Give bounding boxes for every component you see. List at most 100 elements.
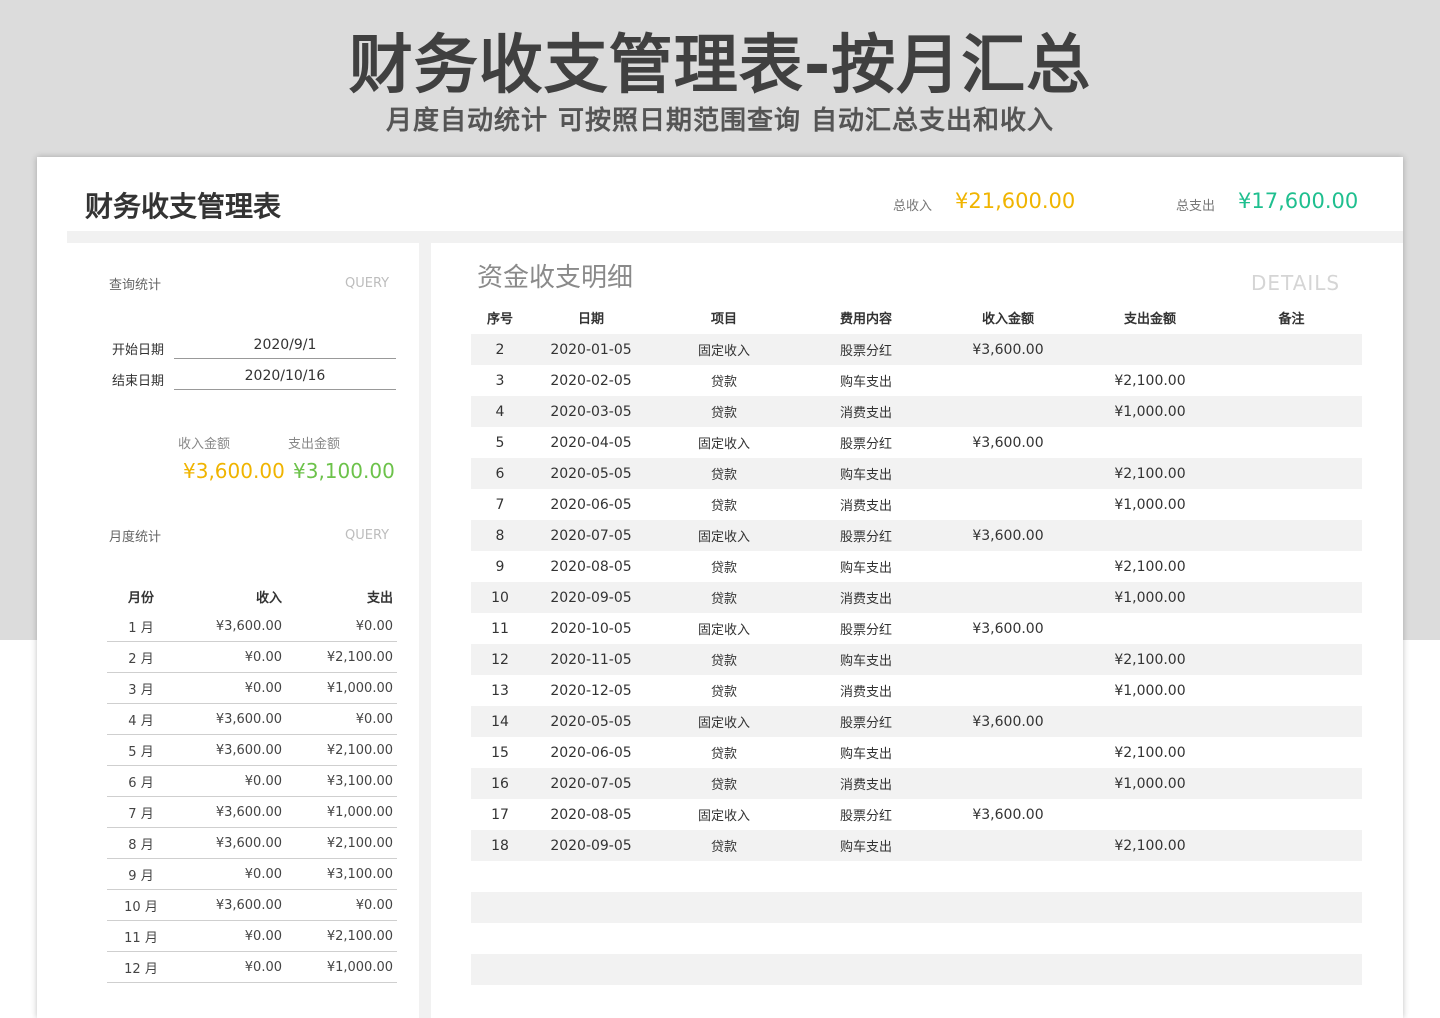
monthly-cell-expense[interactable]: ¥1,000.00: [286, 796, 397, 828]
details-cell-item[interactable]: 固定收入: [653, 427, 795, 458]
details-cell-index[interactable]: 5: [471, 427, 529, 458]
details-cell-date[interactable]: [529, 892, 653, 923]
details-cell-expense[interactable]: [1079, 334, 1221, 365]
details-cell-expense[interactable]: ¥1,000.00: [1079, 396, 1221, 427]
details-cell-index[interactable]: 12: [471, 644, 529, 675]
monthly-cell-expense[interactable]: ¥3,100.00: [286, 765, 397, 797]
details-cell-expense[interactable]: [1079, 799, 1221, 830]
details-cell-expense[interactable]: ¥2,100.00: [1079, 458, 1221, 489]
details-cell-index[interactable]: [471, 923, 529, 954]
details-cell-note[interactable]: [1221, 737, 1362, 768]
details-cell-income[interactable]: [937, 644, 1079, 675]
details-cell-note[interactable]: [1221, 458, 1362, 489]
details-cell-expense[interactable]: [1079, 954, 1221, 985]
details-cell-date[interactable]: 2020-07-05: [529, 768, 653, 799]
details-cell-item[interactable]: 固定收入: [653, 520, 795, 551]
details-cell-content[interactable]: [795, 923, 937, 954]
details-cell-index[interactable]: 17: [471, 799, 529, 830]
details-cell-income[interactable]: [937, 954, 1079, 985]
monthly-cell-month[interactable]: 12 月: [107, 951, 175, 983]
details-cell-content[interactable]: 购车支出: [795, 551, 937, 582]
details-cell-item[interactable]: 贷款: [653, 768, 795, 799]
monthly-cell-month[interactable]: 7 月: [107, 796, 175, 828]
details-cell-income[interactable]: [937, 365, 1079, 396]
details-cell-date[interactable]: 2020-10-05: [529, 613, 653, 644]
details-cell-note[interactable]: [1221, 985, 1362, 1016]
monthly-cell-expense[interactable]: ¥2,100.00: [286, 641, 397, 673]
monthly-cell-expense[interactable]: ¥0.00: [286, 611, 397, 642]
monthly-cell-expense[interactable]: ¥1,000.00: [286, 672, 397, 704]
details-cell-income[interactable]: [937, 675, 1079, 706]
details-cell-item[interactable]: 贷款: [653, 675, 795, 706]
details-cell-expense[interactable]: ¥1,000.00: [1079, 768, 1221, 799]
details-cell-date[interactable]: 2020-05-05: [529, 458, 653, 489]
details-cell-content[interactable]: [795, 985, 937, 1016]
details-cell-index[interactable]: 11: [471, 613, 529, 644]
details-cell-date[interactable]: 2020-06-05: [529, 489, 653, 520]
end-date-field[interactable]: 2020/10/16: [174, 368, 396, 390]
details-cell-content[interactable]: 购车支出: [795, 737, 937, 768]
monthly-cell-month[interactable]: 6 月: [107, 765, 175, 797]
details-cell-content[interactable]: 购车支出: [795, 458, 937, 489]
details-cell-item[interactable]: [653, 923, 795, 954]
details-cell-note[interactable]: [1221, 427, 1362, 458]
details-cell-date[interactable]: 2020-11-05: [529, 644, 653, 675]
details-cell-content[interactable]: 股票分红: [795, 520, 937, 551]
details-cell-income[interactable]: ¥3,600.00: [937, 520, 1079, 551]
details-cell-content[interactable]: 购车支出: [795, 830, 937, 861]
details-cell-note[interactable]: [1221, 830, 1362, 861]
details-cell-income[interactable]: [937, 396, 1079, 427]
details-cell-item[interactable]: 贷款: [653, 458, 795, 489]
monthly-cell-income[interactable]: ¥3,600.00: [175, 827, 286, 859]
details-cell-note[interactable]: [1221, 861, 1362, 892]
details-cell-content[interactable]: 消费支出: [795, 768, 937, 799]
details-cell-income[interactable]: [937, 861, 1079, 892]
monthly-cell-month[interactable]: 1 月: [107, 611, 175, 642]
details-cell-date[interactable]: 2020-12-05: [529, 675, 653, 706]
monthly-cell-income[interactable]: ¥3,600.00: [175, 734, 286, 766]
details-cell-expense[interactable]: [1079, 861, 1221, 892]
details-cell-note[interactable]: [1221, 489, 1362, 520]
monthly-cell-month[interactable]: 11 月: [107, 920, 175, 952]
details-cell-note[interactable]: [1221, 396, 1362, 427]
details-cell-expense[interactable]: ¥2,100.00: [1079, 551, 1221, 582]
details-cell-date[interactable]: [529, 954, 653, 985]
details-cell-item[interactable]: [653, 892, 795, 923]
details-cell-item[interactable]: 贷款: [653, 644, 795, 675]
details-cell-income[interactable]: [937, 582, 1079, 613]
details-cell-expense[interactable]: [1079, 985, 1221, 1016]
details-cell-note[interactable]: [1221, 520, 1362, 551]
details-cell-index[interactable]: 16: [471, 768, 529, 799]
details-cell-date[interactable]: 2020-09-05: [529, 582, 653, 613]
details-cell-index[interactable]: 14: [471, 706, 529, 737]
details-cell-content[interactable]: 股票分红: [795, 427, 937, 458]
details-cell-index[interactable]: 2: [471, 334, 529, 365]
details-cell-expense[interactable]: ¥1,000.00: [1079, 675, 1221, 706]
monthly-cell-month[interactable]: 10 月: [107, 889, 175, 921]
details-cell-date[interactable]: 2020-06-05: [529, 737, 653, 768]
details-cell-content[interactable]: 股票分红: [795, 799, 937, 830]
details-cell-item[interactable]: [653, 985, 795, 1016]
details-cell-content[interactable]: [795, 892, 937, 923]
monthly-cell-expense[interactable]: ¥2,100.00: [286, 827, 397, 859]
details-cell-expense[interactable]: ¥2,100.00: [1079, 644, 1221, 675]
details-cell-content[interactable]: 购车支出: [795, 365, 937, 396]
details-cell-note[interactable]: [1221, 365, 1362, 396]
details-cell-income[interactable]: [937, 892, 1079, 923]
details-cell-note[interactable]: [1221, 551, 1362, 582]
details-cell-index[interactable]: 13: [471, 675, 529, 706]
monthly-cell-month[interactable]: 2 月: [107, 641, 175, 673]
monthly-cell-income[interactable]: ¥3,600.00: [175, 889, 286, 921]
details-cell-index[interactable]: 3: [471, 365, 529, 396]
monthly-cell-income[interactable]: ¥3,600.00: [175, 796, 286, 828]
monthly-cell-month[interactable]: 8 月: [107, 827, 175, 859]
details-cell-content[interactable]: [795, 954, 937, 985]
details-cell-note[interactable]: [1221, 644, 1362, 675]
details-cell-content[interactable]: [795, 861, 937, 892]
details-cell-index[interactable]: 8: [471, 520, 529, 551]
details-cell-content[interactable]: 购车支出: [795, 644, 937, 675]
details-cell-content[interactable]: 消费支出: [795, 489, 937, 520]
details-cell-date[interactable]: [529, 861, 653, 892]
details-cell-index[interactable]: 9: [471, 551, 529, 582]
details-cell-expense[interactable]: ¥1,000.00: [1079, 489, 1221, 520]
